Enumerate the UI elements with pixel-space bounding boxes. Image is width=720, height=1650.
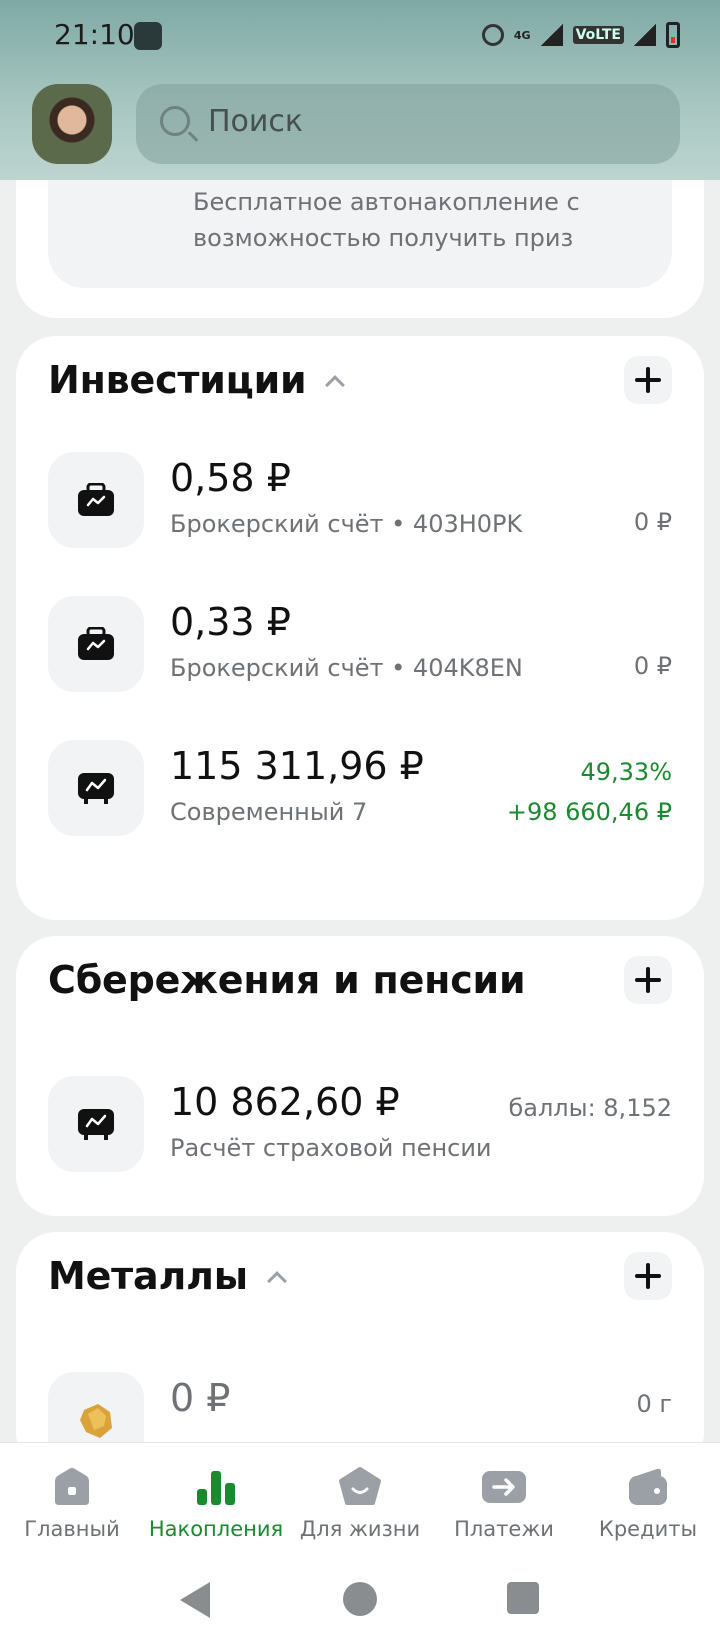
- nav-item-life[interactable]: Для жизни: [288, 1443, 432, 1563]
- bottom-nav: Главный Накопления Для жизни Платежи Кре…: [0, 1442, 720, 1562]
- chevron-up-icon: [266, 1271, 287, 1291]
- section-title: Инвестиции: [48, 358, 307, 402]
- system-nav-bar: [0, 1562, 720, 1650]
- list-item[interactable]: 0,58 ₽ Брокерский счёт • 403H0PK 0 ₽: [48, 452, 672, 548]
- amount: 10 862,60 ₽: [170, 1080, 400, 1124]
- search-icon: [160, 106, 190, 136]
- amount: 115 311,96 ₽: [170, 744, 424, 788]
- section-title: Металлы: [48, 1254, 248, 1298]
- nav-item-savings[interactable]: Накопления: [144, 1443, 288, 1563]
- briefcase-icon: [48, 596, 144, 692]
- bar-chart-icon: [197, 1471, 235, 1505]
- back-icon[interactable]: [180, 1582, 210, 1618]
- nav-item-payments[interactable]: Платежи: [432, 1443, 576, 1563]
- amount: 0 ₽: [170, 1376, 231, 1420]
- chevron-up-icon: [325, 375, 346, 395]
- investments-header[interactable]: Инвестиции: [48, 350, 346, 410]
- status-icons: 4G VoLTE: [481, 18, 680, 52]
- app-notification-icon: [134, 22, 162, 50]
- smile-star-icon: [339, 1467, 381, 1505]
- list-item[interactable]: 0 ₽ 0 г: [48, 1372, 672, 1442]
- search-input[interactable]: Поиск: [136, 84, 680, 164]
- signal-icon: [540, 24, 563, 46]
- investments-card: Инвестиции 0,58 ₽ Брокерский счёт • 403H…: [16, 336, 704, 920]
- briefcase-icon: [48, 452, 144, 548]
- status-time: 21:10: [54, 18, 135, 51]
- metals-card: Металлы 0 ₽ 0 г: [16, 1232, 704, 1442]
- savings-pensions-card: Сбережения и пенсии 10 862,60 ₽ Расчёт с…: [16, 936, 704, 1216]
- account-subtitle: Брокерский счёт • 404K8EN: [170, 654, 523, 682]
- nav-label: Платежи: [454, 1517, 554, 1541]
- gold-nugget-icon: [48, 1372, 144, 1442]
- promo-text: Бесплатное автонакопление с возможностью…: [193, 188, 580, 252]
- volte-badge: VoLTE: [572, 26, 624, 44]
- signal-icon: [634, 24, 656, 46]
- account-subtitle: Расчёт страховой пенсии: [170, 1134, 492, 1162]
- metals-header[interactable]: Металлы: [48, 1246, 287, 1306]
- profit-value: 0 ₽: [633, 508, 672, 536]
- list-item[interactable]: 0,33 ₽ Брокерский счёт • 404K8EN 0 ₽: [48, 596, 672, 692]
- add-investment-button[interactable]: [624, 356, 672, 404]
- chart-case-icon: [48, 1076, 144, 1172]
- search-placeholder: Поиск: [208, 104, 304, 139]
- weight-value: 0 г: [636, 1390, 672, 1418]
- home-icon: [55, 1468, 89, 1505]
- battery-icon: [666, 22, 680, 48]
- list-item[interactable]: 115 311,96 ₽ Современный 7 49,33% +98 66…: [48, 740, 672, 836]
- section-title: Сбережения и пенсии: [48, 958, 526, 1002]
- savings-header: Сбережения и пенсии: [48, 950, 526, 1010]
- savings-content: Бесплатное автонакопление с возможностью…: [0, 0, 720, 1442]
- account-subtitle: Современный 7: [170, 798, 368, 826]
- profit-value: +98 660,46 ₽: [506, 798, 672, 826]
- nav-label: Для жизни: [299, 1517, 421, 1541]
- nav-item-main[interactable]: Главный: [0, 1443, 144, 1563]
- nav-item-credits[interactable]: Кредиты: [576, 1443, 720, 1563]
- amount: 0,33 ₽: [170, 600, 291, 644]
- profit-value: 0 ₽: [633, 652, 672, 680]
- nav-label: Кредиты: [598, 1517, 698, 1541]
- add-metal-button[interactable]: [624, 1252, 672, 1300]
- hotspot-icon: [481, 24, 504, 46]
- chart-case-icon: [48, 740, 144, 836]
- wallet-icon: [629, 1468, 667, 1505]
- avatar[interactable]: [32, 84, 112, 164]
- add-savings-button[interactable]: [624, 956, 672, 1004]
- list-item[interactable]: 10 862,60 ₽ Расчёт страховой пенсии балл…: [48, 1076, 672, 1172]
- amount: 0,58 ₽: [170, 456, 291, 500]
- recent-apps-icon[interactable]: [507, 1582, 539, 1614]
- home-circle-icon[interactable]: [343, 1582, 377, 1616]
- network-type: 4G: [513, 28, 531, 42]
- top-header: 21:10 4G VoLTE Поиск: [0, 0, 720, 180]
- nav-label: Накопления: [148, 1517, 284, 1541]
- yield-percent: 49,33%: [580, 758, 672, 786]
- nav-label: Главный: [24, 1517, 120, 1541]
- account-subtitle: Брокерский счёт • 403H0PK: [170, 510, 523, 538]
- transfer-arrow-icon: [482, 1471, 526, 1503]
- points-value: баллы: 8,152: [508, 1094, 672, 1122]
